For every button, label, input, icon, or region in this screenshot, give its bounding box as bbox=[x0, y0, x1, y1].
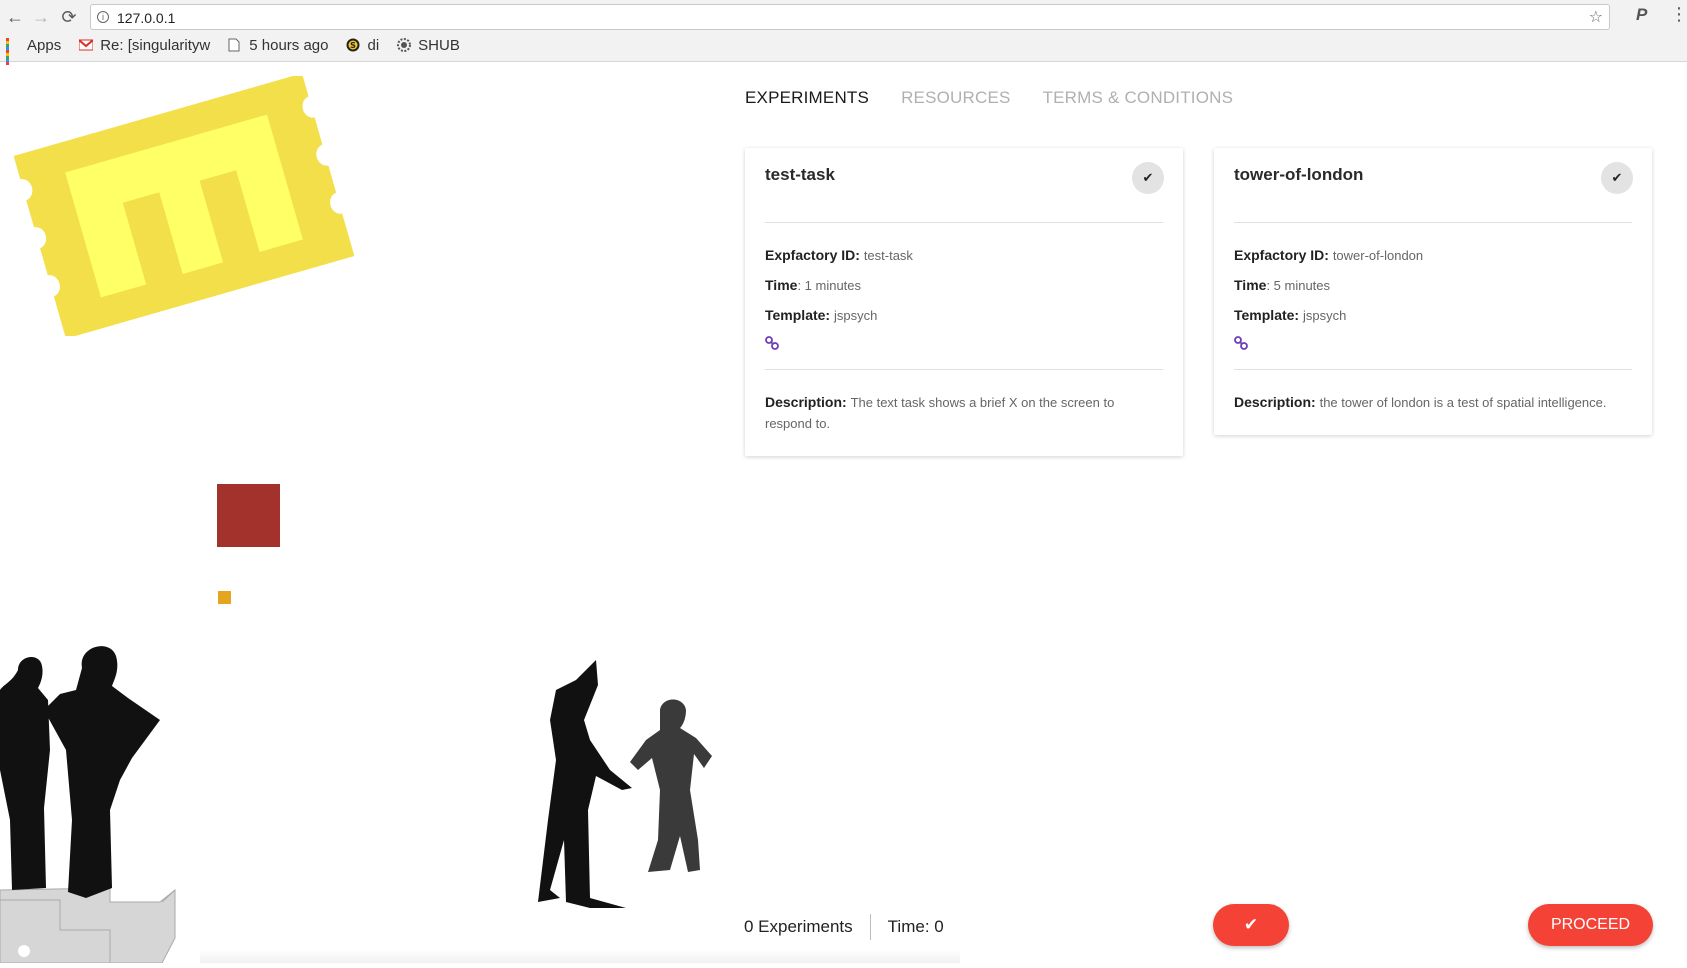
svg-text:S: S bbox=[351, 41, 357, 50]
card-details: Expfactory ID: test-task Time: 1 minutes… bbox=[765, 223, 1163, 370]
gear-chip-icon bbox=[397, 38, 412, 52]
divider bbox=[869, 914, 871, 940]
card-details: Expfactory ID: tower-of-london Time: 5 m… bbox=[1234, 223, 1632, 370]
orange-square-decoration bbox=[218, 591, 231, 604]
bookmarks-bar: Apps Re: [singularityw 5 hours ago S di … bbox=[6, 34, 478, 65]
expfactory-id-label: Expfactory ID: bbox=[765, 247, 860, 263]
bookmark-di[interactable]: S di bbox=[346, 37, 379, 54]
address-bar[interactable]: i 127.0.0.1 ☆ bbox=[90, 4, 1610, 30]
gmail-icon bbox=[78, 38, 94, 52]
template-row: Template: jspsych bbox=[1234, 307, 1632, 323]
url-text: 127.0.0.1 bbox=[117, 10, 176, 26]
bookmark-gmail[interactable]: Re: [singularityw bbox=[78, 37, 210, 54]
main-tabs: EXPERIMENTS RESOURCES TERMS & CONDITIONS bbox=[745, 88, 1265, 108]
time-label: Time bbox=[765, 277, 798, 293]
template-value: jspsych bbox=[833, 308, 878, 323]
description-value: the tower of london is a test of spatial… bbox=[1319, 395, 1607, 410]
template-value: jspsych bbox=[1302, 308, 1347, 323]
card-description: Description: the tower of london is a te… bbox=[1234, 370, 1632, 435]
card-description: Description: The text task shows a brief… bbox=[765, 370, 1163, 456]
check-icon: ✔ bbox=[1243, 915, 1259, 934]
bookmark-apps[interactable]: Apps bbox=[6, 37, 61, 65]
experiment-card-test-task: test-task ✔ Expfactory ID: test-task Tim… bbox=[745, 148, 1183, 456]
time-row: Time: 1 minutes bbox=[765, 277, 1163, 293]
card-title: test-task bbox=[765, 165, 835, 184]
proceed-button[interactable]: PROCEED bbox=[1528, 904, 1653, 946]
time-value: : 5 minutes bbox=[1266, 278, 1331, 293]
expfactory-id-value: test-task bbox=[863, 248, 913, 263]
expfactory-id-value: tower-of-london bbox=[1332, 248, 1424, 263]
reload-icon[interactable]: ⟳ bbox=[58, 6, 80, 28]
bottom-shadow bbox=[200, 950, 960, 963]
description-label: Description: bbox=[765, 394, 847, 410]
experiment-card-tower-of-london: tower-of-london ✔ Expfactory ID: tower-o… bbox=[1214, 148, 1652, 435]
total-time: Time: 0 bbox=[887, 917, 944, 936]
card-header: tower-of-london ✔ bbox=[1234, 148, 1633, 223]
link-icon[interactable] bbox=[765, 336, 779, 353]
card-title: tower-of-london bbox=[1234, 165, 1364, 184]
people-silhouettes-illustration bbox=[0, 640, 740, 968]
tab-resources[interactable]: RESOURCES bbox=[901, 88, 1011, 108]
info-icon[interactable]: i bbox=[97, 11, 109, 23]
experiments-count: 0 Experiments bbox=[744, 917, 853, 936]
browser-menu-icon[interactable]: ⋮ bbox=[1670, 4, 1687, 25]
time-label: Time bbox=[1234, 277, 1267, 293]
tab-experiments[interactable]: EXPERIMENTS bbox=[745, 88, 869, 108]
browser-chrome: ← → ⟳ i 127.0.0.1 ☆ P ⋮ Apps Re: [singul… bbox=[0, 0, 1687, 65]
red-square-decoration bbox=[217, 484, 280, 547]
select-all-button[interactable]: ✔ bbox=[1213, 904, 1289, 946]
bookmark-shub[interactable]: SHUB bbox=[397, 37, 460, 54]
page-icon bbox=[228, 38, 242, 52]
github-icon bbox=[18, 945, 30, 957]
selection-summary: 0 Experiments Time: 0 bbox=[744, 914, 944, 940]
bookmark-star-icon[interactable]: ☆ bbox=[1589, 5, 1603, 31]
expfactory-id-row: Expfactory ID: test-task bbox=[765, 247, 1163, 263]
bookmark-page[interactable]: 5 hours ago bbox=[228, 37, 328, 54]
select-check-icon[interactable]: ✔ bbox=[1132, 162, 1164, 194]
back-arrow-icon[interactable]: ← bbox=[4, 6, 26, 28]
template-label: Template: bbox=[765, 307, 831, 323]
expfactory-id-row: Expfactory ID: tower-of-london bbox=[1234, 247, 1632, 263]
tab-terms-conditions[interactable]: TERMS & CONDITIONS bbox=[1043, 88, 1234, 108]
extension-p-icon[interactable]: P bbox=[1636, 5, 1647, 25]
forward-arrow-icon[interactable]: → bbox=[30, 6, 52, 28]
expfactory-ticket-logo bbox=[13, 73, 355, 341]
time-row: Time: 5 minutes bbox=[1234, 277, 1632, 293]
card-header: test-task ✔ bbox=[765, 148, 1164, 223]
link-icon[interactable] bbox=[1234, 336, 1248, 353]
select-check-icon[interactable]: ✔ bbox=[1601, 162, 1633, 194]
template-row: Template: jspsych bbox=[765, 307, 1163, 323]
description-label: Description: bbox=[1234, 394, 1316, 410]
s-circle-icon: S bbox=[346, 38, 360, 52]
template-label: Template: bbox=[1234, 307, 1300, 323]
apps-grid-icon bbox=[6, 38, 20, 65]
time-value: : 1 minutes bbox=[797, 278, 862, 293]
expfactory-id-label: Expfactory ID: bbox=[1234, 247, 1329, 263]
